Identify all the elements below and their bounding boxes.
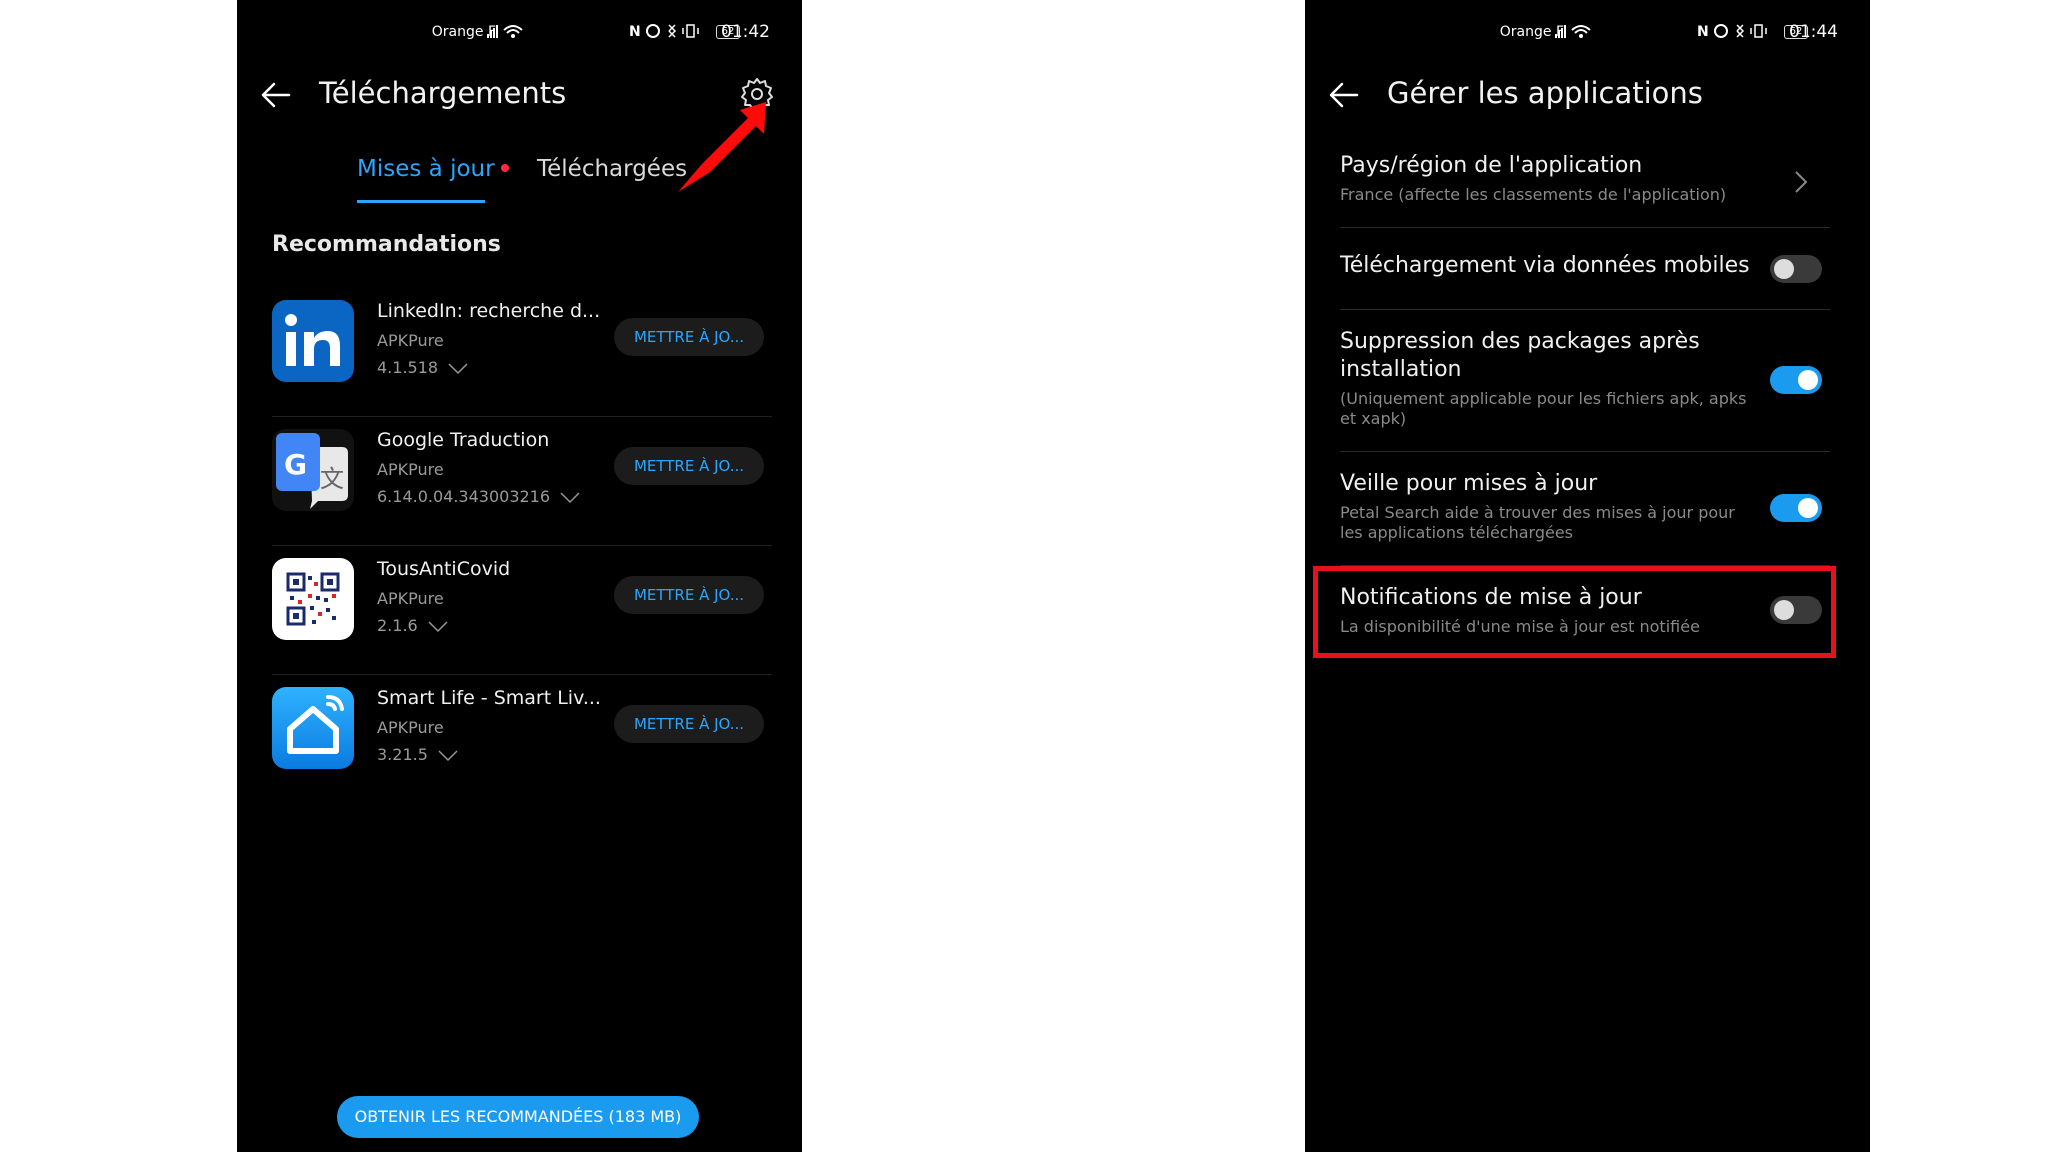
red-highlight-box <box>1313 566 1836 658</box>
setting-description: France (affecte les classements de l'app… <box>1340 185 1727 204</box>
app-version[interactable]: 3.21.5 <box>377 745 458 764</box>
page-title: Téléchargements <box>319 76 567 110</box>
update-watch-toggle[interactable] <box>1770 494 1822 522</box>
update-button[interactable]: METTRE À JO... <box>614 447 764 485</box>
arrow-left-icon[interactable] <box>1327 78 1361 112</box>
setting-title: Pays/région de l'application <box>1340 153 1643 178</box>
app-source: APKPure <box>377 589 444 608</box>
svg-text:N: N <box>1697 24 1709 40</box>
chevron-down-icon <box>560 491 580 503</box>
svg-text:文: 文 <box>320 465 344 493</box>
app-version[interactable]: 4.1.518 <box>377 358 468 377</box>
recommendations-list: LinkedIn: recherche d... APKPure 4.1.518… <box>272 288 772 803</box>
tab-updates-label: Mises à jour <box>357 156 495 182</box>
active-tab-indicator <box>357 200 485 203</box>
app-name: Google Traduction <box>377 429 550 451</box>
chevron-right-icon <box>1795 171 1808 193</box>
tab-updates[interactable]: Mises à jour <box>357 156 509 182</box>
notification-dot <box>500 164 509 172</box>
setting-delete-packages: Suppression des packages après installat… <box>1340 310 1830 452</box>
page-title: Gérer les applications <box>1387 76 1703 110</box>
app-source: APKPure <box>377 718 444 737</box>
app-name: TousAntiCovid <box>377 558 511 580</box>
qr-code-icon <box>272 558 354 640</box>
list-item[interactable]: TousAntiCovid APKPure 2.1.6 METTRE À JO.… <box>272 546 772 675</box>
tab-downloaded-label: Téléchargées <box>537 156 688 182</box>
app-header: Gérer les applications <box>1305 64 1870 124</box>
app-name: LinkedIn: recherche d... <box>377 300 601 322</box>
list-item[interactable]: G 文 Google Traduction APKPure 6.14.0.04.… <box>272 417 772 546</box>
toggle-knob <box>1798 370 1818 390</box>
update-button[interactable]: METTRE À JO... <box>614 576 764 614</box>
update-button[interactable]: METTRE À JO... <box>614 705 764 743</box>
list-item[interactable]: LinkedIn: recherche d... APKPure 4.1.518… <box>272 288 772 417</box>
app-source: APKPure <box>377 460 444 479</box>
setting-title: Suppression des packages après installat… <box>1340 329 1700 382</box>
chevron-down-icon <box>428 620 448 632</box>
setting-country-region[interactable]: Pays/région de l'application France (aff… <box>1340 140 1830 228</box>
setting-update-watch: Veille pour mises à jour Petal Search ai… <box>1340 452 1830 566</box>
toggle-knob <box>1774 259 1794 279</box>
setting-description: Petal Search aide à trouver des mises à … <box>1340 503 1735 542</box>
setting-mobile-data-download: Téléchargement via données mobiles <box>1340 228 1830 310</box>
setting-title: Veille pour mises à jour <box>1340 471 1598 496</box>
status-bar: Orange F N 62 01:44 <box>1305 20 1870 46</box>
app-version-label: 6.14.0.04.343003216 <box>377 487 551 506</box>
signal-wifi-icon <box>1555 25 1591 38</box>
setting-description: (Uniquement applicable pour les fichiers… <box>1340 389 1747 428</box>
delete-packages-toggle[interactable] <box>1770 366 1822 394</box>
list-item[interactable]: Smart Life - Smart Liv... APKPure 3.21.5… <box>272 675 772 803</box>
status-bar: Orange F N 62 01:42 <box>237 20 802 46</box>
app-version-label: 4.1.518 <box>377 358 439 377</box>
red-arrow-annotation <box>678 102 766 192</box>
system-status-icons: N <box>1697 24 1767 40</box>
linkedin-icon <box>272 300 354 382</box>
svg-text:N: N <box>629 24 641 40</box>
google-translate-icon: G 文 <box>272 429 354 511</box>
tab-downloaded[interactable]: Téléchargées <box>537 156 687 182</box>
system-status-icons: N <box>629 24 699 40</box>
app-version[interactable]: 2.1.6 <box>377 616 448 635</box>
signal-wifi-icon <box>487 25 523 38</box>
chevron-down-icon <box>438 749 458 761</box>
chevron-down-icon <box>448 362 468 374</box>
get-recommended-button[interactable]: OBTENIR LES RECOMMANDÉES (183 MB) <box>337 1096 699 1138</box>
update-button[interactable]: METTRE À JO... <box>614 318 764 356</box>
svg-text:G: G <box>284 448 307 481</box>
clock: 01:44 <box>1789 22 1838 42</box>
app-version[interactable]: 6.14.0.04.343003216 <box>377 487 580 506</box>
app-source: APKPure <box>377 331 444 350</box>
section-title: Recommandations <box>272 232 501 257</box>
clock: 01:42 <box>721 22 770 42</box>
mobile-data-toggle[interactable] <box>1770 255 1822 283</box>
app-version-label: 2.1.6 <box>377 616 418 635</box>
app-version-label: 3.21.5 <box>377 745 428 764</box>
smart-home-icon <box>272 687 354 769</box>
setting-title: Téléchargement via données mobiles <box>1340 253 1750 278</box>
app-name: Smart Life - Smart Liv... <box>377 687 601 709</box>
arrow-left-icon[interactable] <box>259 78 293 112</box>
toggle-knob <box>1798 498 1818 518</box>
